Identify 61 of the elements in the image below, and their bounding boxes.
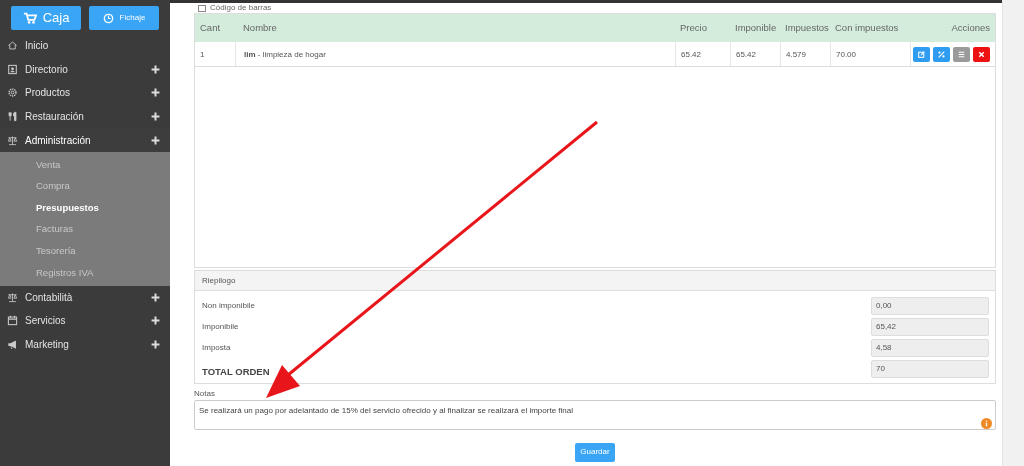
cart-icon: [22, 11, 37, 25]
gear-icon: [7, 87, 18, 99]
scrollbar-track[interactable]: [1002, 0, 1024, 466]
sidebar-item[interactable]: Directorio: [0, 57, 170, 82]
table-cell: 65.42: [675, 42, 730, 66]
sidebar-item[interactable]: Contabilità: [0, 285, 170, 310]
panel-title: Riepilogo: [195, 271, 995, 291]
value-field[interactable]: 65,42: [871, 317, 989, 336]
table-cell: 65.42: [730, 42, 780, 66]
value-field[interactable]: 70: [871, 359, 989, 378]
checkbox-label: Código de barras: [210, 4, 272, 12]
edit-button[interactable]: [913, 46, 930, 62]
calendar-icon: [7, 315, 18, 327]
plus-icon: [151, 112, 160, 122]
sidebar-item[interactable]: Restauración: [0, 104, 170, 129]
sidebar-item[interactable]: Productos: [0, 81, 170, 105]
notes-field[interactable]: Se realizará un pago por adelantado de 15% del servicio ofrecido y al finalizar se realizará el importe final: [194, 400, 996, 430]
plus-icon: [151, 88, 160, 98]
megaphone-icon: [7, 339, 18, 350]
column-header: Impuestos: [784, 20, 830, 35]
table-cell: 4.579: [780, 42, 830, 66]
cutlery-icon: [7, 111, 18, 123]
contact-card-icon: [7, 63, 18, 75]
sidebar-item[interactable]: Marketing: [0, 332, 170, 357]
column-header: Nombre: [242, 20, 278, 35]
sidebar-item[interactable]: Servicios: [0, 309, 170, 333]
plus-icon: [151, 292, 160, 302]
plus-icon: [151, 64, 160, 74]
info-icon: [981, 417, 992, 429]
plus-icon: [151, 340, 160, 349]
table-cell-text: 1: [199, 49, 206, 61]
close-button[interactable]: [973, 46, 990, 62]
summary-label: Imponibile: [202, 320, 239, 333]
plus-icon: [151, 135, 160, 145]
summary-label: Imposta: [202, 341, 231, 354]
scales-icon: [7, 291, 18, 303]
summary-label: Non imponibile: [202, 299, 255, 312]
column-header: Cant: [199, 20, 222, 35]
column-header: Con impuestos: [834, 20, 900, 35]
notes-label: Notas: [194, 388, 216, 400]
summary-label: TOTAL ORDEN: [202, 364, 270, 379]
clock-icon: [102, 12, 114, 24]
checkbox[interactable]: [198, 4, 206, 12]
plus-icon: [151, 316, 160, 326]
column-header: Precio: [679, 20, 708, 35]
list-icon: [957, 49, 966, 59]
column-header: Imponible: [734, 20, 778, 35]
home-icon: [7, 40, 18, 52]
value-field[interactable]: 0,00: [871, 296, 989, 315]
column-header: Acciones: [950, 20, 991, 35]
edit-icon: [917, 49, 926, 59]
value-field[interactable]: 4,58: [871, 338, 989, 357]
percent-button[interactable]: [933, 46, 950, 62]
table-cell: lim - limpieza de hogar: [235, 42, 675, 66]
list-button[interactable]: [953, 46, 970, 62]
table-cell: 70.00: [830, 42, 910, 66]
sidebar-item[interactable]: Inicio: [0, 34, 170, 58]
percent-icon: [937, 49, 946, 59]
submenu-item[interactable]: Presupuestos: [0, 197, 170, 219]
close-icon: [977, 49, 986, 59]
scales-icon: [7, 134, 18, 146]
